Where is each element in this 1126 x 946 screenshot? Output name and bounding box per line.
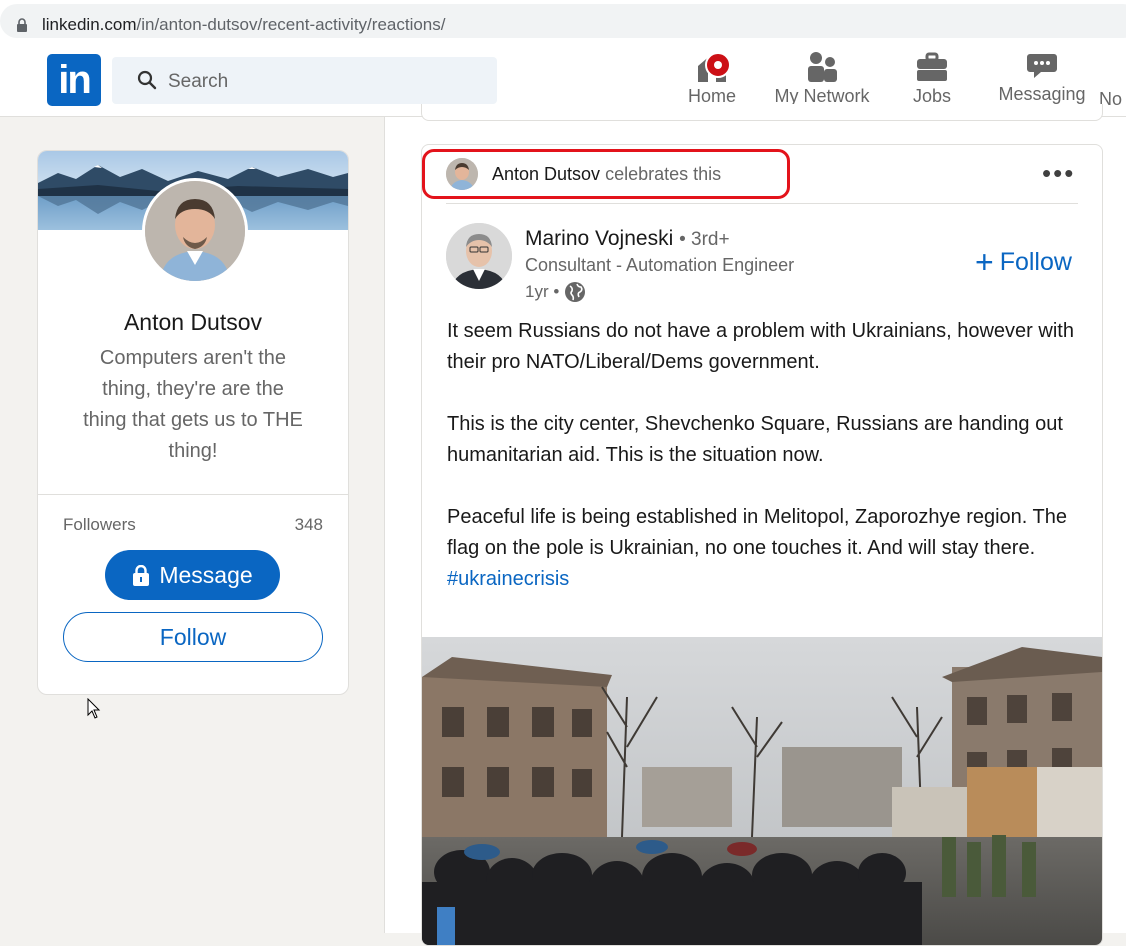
hashtag-link[interactable]: #ukrainecrisis	[447, 568, 569, 590]
author-name[interactable]: Marino Vojneski	[525, 227, 673, 250]
highlight-annotation	[422, 149, 790, 199]
lock-icon	[17, 18, 27, 32]
url-host: linkedin.com	[42, 15, 137, 34]
post-paragraph: Peaceful life is being established in Me…	[447, 506, 1067, 559]
mouse-cursor-icon	[87, 698, 101, 719]
post-paragraph: It seem Russians do not have a problem w…	[447, 320, 1074, 373]
nav-home[interactable]: Home	[687, 50, 737, 107]
linkedin-logo[interactable]: in	[47, 54, 101, 106]
author-name-line: Marino Vojneski • 3rd+	[525, 227, 730, 251]
messaging-icon	[1027, 54, 1057, 78]
profile-avatar[interactable]	[142, 178, 248, 284]
follow-button[interactable]: Follow	[63, 612, 323, 662]
author-title: Consultant - Automation Engineer	[525, 255, 795, 275]
nav-notifications-label: No	[1099, 89, 1123, 109]
globe-icon	[565, 282, 586, 302]
plus-icon: +	[975, 244, 994, 280]
nav-notifications[interactable]: No	[1099, 89, 1126, 110]
post-time: 1yr •	[525, 282, 560, 301]
notification-badge	[705, 52, 731, 78]
header-divider	[446, 203, 1078, 204]
browser-url-bar: linkedin.com/in/anton-dutsov/recent-acti…	[0, 0, 1126, 44]
nav-messaging-label: Messaging	[998, 84, 1086, 104]
nav-jobs[interactable]: Jobs	[909, 50, 955, 107]
message-button-label: Message	[159, 561, 253, 588]
follow-author-label: Follow	[999, 248, 1072, 276]
profile-headline: Computers aren't the thing, they're are …	[83, 347, 303, 462]
follow-author-button[interactable]: + Follow	[975, 244, 1072, 280]
url-text: linkedin.com/in/anton-dutsov/recent-acti…	[42, 15, 445, 35]
followers-count: 348	[294, 515, 323, 534]
post-image[interactable]	[422, 637, 1102, 945]
address-field[interactable]: linkedin.com/in/anton-dutsov/recent-acti…	[0, 4, 1126, 38]
post-timestamp: 1yr •	[525, 281, 586, 303]
post-body: It seem Russians do not have a problem w…	[447, 316, 1087, 595]
message-button[interactable]: Message	[105, 550, 280, 600]
search-box[interactable]	[112, 57, 497, 106]
nav-messaging[interactable]: Messaging	[997, 50, 1087, 105]
post-context-header: Anton Dutsov celebrates this •••	[422, 145, 1102, 203]
profile-card: Anton Dutsov Computers aren't the thing,…	[37, 150, 349, 695]
previous-post-edge	[421, 104, 1103, 121]
profile-name[interactable]: Anton Dutsov	[38, 309, 348, 336]
author-photo	[446, 223, 512, 289]
lock-icon	[133, 564, 150, 586]
search-input[interactable]	[166, 57, 470, 106]
network-icon	[808, 52, 837, 82]
author-avatar[interactable]	[446, 223, 512, 289]
post-paragraph: This is the city center, Shevchenko Squa…	[447, 413, 1063, 466]
briefcase-icon	[917, 52, 947, 81]
search-icon	[137, 70, 157, 90]
connection-degree: • 3rd+	[679, 229, 730, 250]
nav-my-network[interactable]: My Network	[772, 50, 872, 107]
more-options-icon[interactable]: •••	[1042, 160, 1075, 186]
profile-photo	[145, 181, 245, 281]
followers-label: Followers	[63, 515, 136, 534]
url-path: /in/anton-dutsov/recent-activity/reactio…	[136, 15, 446, 34]
card-divider	[38, 494, 348, 495]
feed-post: Anton Dutsov celebrates this ••• Marino …	[421, 144, 1103, 946]
